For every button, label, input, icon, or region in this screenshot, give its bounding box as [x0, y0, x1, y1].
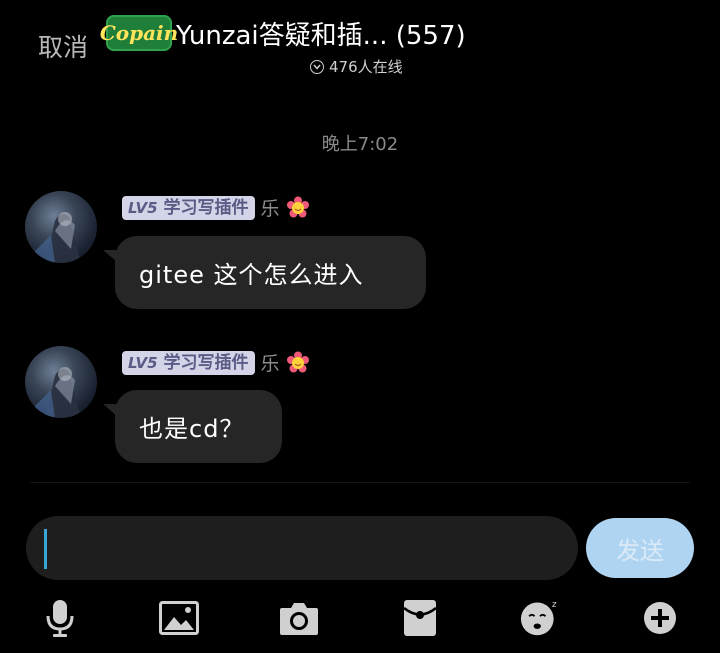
level-label: LV5	[128, 198, 158, 217]
group-title-bar[interactable]: Copain Yunzai答疑和插... (557)	[100, 12, 466, 54]
divider	[30, 482, 690, 483]
sender-avatar[interactable]	[25, 191, 97, 263]
member-level-badge: LV5 学习写插件	[122, 350, 255, 375]
sender-nickname[interactable]: 乐	[261, 349, 280, 376]
flower-emoji-icon	[286, 196, 309, 217]
send-button[interactable]: 发送	[586, 518, 694, 578]
camera-icon[interactable]	[279, 598, 319, 638]
image-icon[interactable]	[159, 598, 199, 638]
sender-avatar[interactable]	[25, 346, 97, 418]
chevron-down-icon	[310, 59, 324, 74]
svg-text:z: z	[552, 600, 557, 610]
message-bubble[interactable]: 也是cd？	[115, 390, 282, 463]
online-count-text: 476人在线	[329, 58, 403, 76]
sender-meta: LV5 学习写插件 乐	[122, 194, 310, 221]
group-title: Yunzai答疑和插... (557)	[176, 20, 466, 51]
message-input[interactable]	[26, 516, 578, 580]
member-level-badge: LV5 学习写插件	[122, 195, 255, 220]
group-logo: Copain	[100, 15, 178, 51]
message-text: gitee 这个怎么进入	[139, 261, 364, 289]
cancel-button[interactable]: 取消	[38, 28, 88, 64]
sender-nickname[interactable]: 乐	[261, 194, 280, 221]
flower-emoji-icon	[286, 351, 309, 372]
message-timestamp: 晚上7:02	[321, 134, 399, 155]
message-bubble[interactable]: gitee 这个怎么进入	[115, 236, 426, 309]
level-label: LV5	[128, 353, 158, 372]
red-packet-icon[interactable]	[400, 598, 440, 638]
plus-icon[interactable]	[640, 598, 680, 638]
microphone-icon[interactable]	[40, 598, 80, 638]
message-text: 也是cd？	[139, 415, 245, 443]
member-title: 学习写插件	[163, 197, 249, 218]
online-count[interactable]: 476人在线	[310, 56, 403, 77]
text-caret	[44, 529, 47, 569]
sender-meta: LV5 学习写插件 乐	[122, 349, 310, 376]
sticker-icon[interactable]: z	[520, 598, 560, 638]
member-title: 学习写插件	[163, 352, 249, 373]
